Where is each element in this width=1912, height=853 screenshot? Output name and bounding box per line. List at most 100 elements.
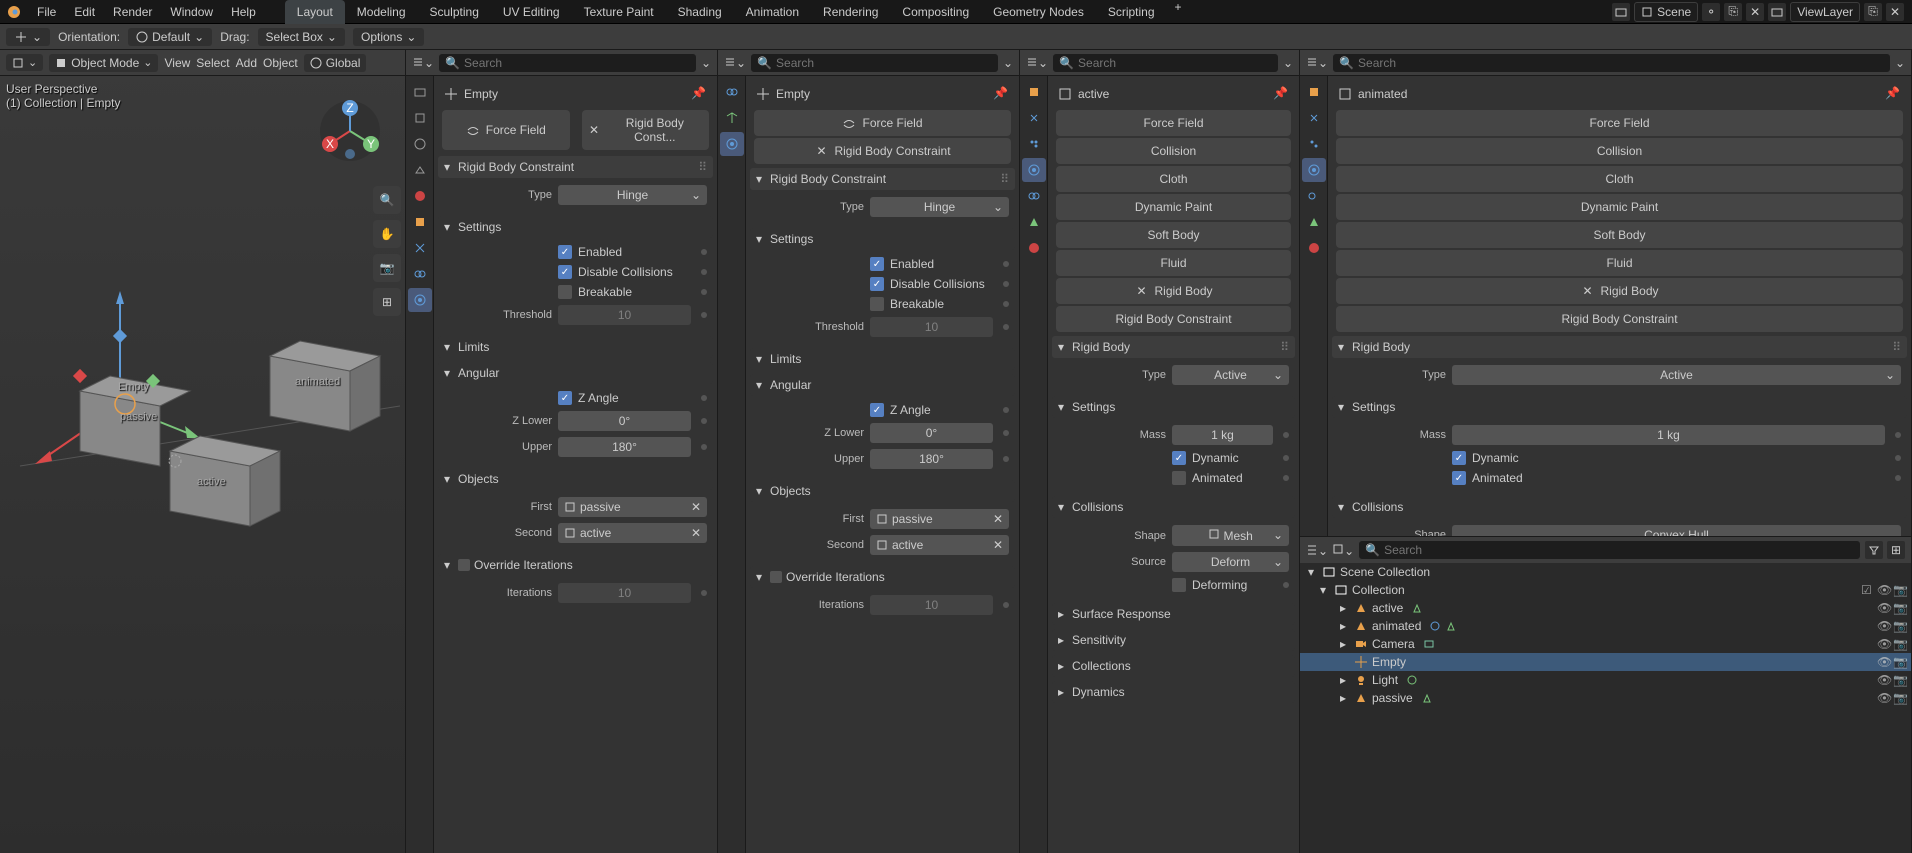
workspace-tab[interactable]: Modeling <box>345 0 418 24</box>
animate-dot[interactable] <box>701 590 707 596</box>
close-icon[interactable]: ✕ <box>588 123 601 137</box>
object-row-camera[interactable]: ▸ Camera 👁📷 <box>1300 635 1911 653</box>
animate-dot[interactable] <box>701 444 707 450</box>
objects-section-header[interactable]: ▾Objects <box>750 480 1015 502</box>
force-field-button[interactable]: Force Field <box>1336 110 1903 136</box>
axis-gizmo[interactable]: X Y Z <box>315 96 385 166</box>
animate-dot[interactable] <box>1283 432 1289 438</box>
animate-dot[interactable] <box>1003 430 1009 436</box>
zoom-icon[interactable]: 🔍 <box>373 186 401 214</box>
clear-icon[interactable]: ✕ <box>993 538 1003 552</box>
animate-dot[interactable] <box>701 249 707 255</box>
rigid-body-constraint-button[interactable]: ✕ Rigid Body Const... <box>582 110 710 150</box>
workspace-tab[interactable]: Compositing <box>890 0 981 24</box>
animated-checkbox[interactable] <box>1452 471 1466 485</box>
delete-scene-icon[interactable]: ✕ <box>1746 3 1764 21</box>
panel-dropdown[interactable]: ⌄ <box>1283 56 1293 70</box>
source-dropdown[interactable]: Deform <box>1172 552 1289 572</box>
objects-section-header[interactable]: ▾Objects <box>438 468 713 490</box>
limits-section-header[interactable]: ▾Limits <box>438 336 713 358</box>
panel-dropdown[interactable]: ⌄ <box>701 56 711 70</box>
rbc-section-header[interactable]: ▾Rigid Body Constraint⠿ <box>750 168 1015 190</box>
editor-type-dropdown[interactable]: ⌄ <box>6 54 43 71</box>
zangle-checkbox[interactable] <box>870 403 884 417</box>
rigid-body-constraint-button[interactable]: ✕Rigid Body Constraint <box>754 138 1011 164</box>
angular-section-header[interactable]: ▾Angular <box>750 374 1015 396</box>
upper-field[interactable]: 180° <box>558 437 691 457</box>
enabled-checkbox[interactable] <box>870 257 884 271</box>
tab-constraints[interactable] <box>1022 184 1046 208</box>
object-name[interactable]: animated <box>1358 87 1407 101</box>
animate-dot[interactable] <box>1003 456 1009 462</box>
shape-dropdown[interactable]: Convex Hull <box>1452 525 1901 536</box>
search-field[interactable] <box>1384 543 1854 557</box>
blender-logo[interactable] <box>4 2 24 22</box>
object-name[interactable]: Empty <box>776 87 810 101</box>
viewport-menu-view[interactable]: View <box>164 56 190 70</box>
tab-material[interactable] <box>1302 236 1326 260</box>
chevron-right-icon[interactable]: ▸ <box>1340 637 1350 651</box>
animate-dot[interactable] <box>1895 455 1901 461</box>
rigid-body-constraint-button[interactable]: Rigid Body Constraint <box>1056 306 1291 332</box>
chevron-right-icon[interactable]: ▸ <box>1340 691 1350 705</box>
drag-handle-icon[interactable]: ⠿ <box>1280 340 1289 354</box>
workspace-tab[interactable]: Layout <box>285 0 345 24</box>
search-field[interactable] <box>1358 56 1884 70</box>
animate-dot[interactable] <box>1283 475 1289 481</box>
animate-dot[interactable] <box>1003 261 1009 267</box>
render-toggle[interactable]: 📷 <box>1893 601 1907 615</box>
dynamic-checkbox[interactable] <box>1172 451 1186 465</box>
drag-handle-icon[interactable]: ⠿ <box>698 160 707 174</box>
options-dropdown[interactable]: Options ⌄ <box>353 28 424 46</box>
animate-dot[interactable] <box>1003 301 1009 307</box>
upper-field[interactable]: 180° <box>870 449 993 469</box>
render-toggle[interactable]: 📷 <box>1893 619 1907 633</box>
new-scene-icon[interactable]: ⎘ <box>1724 3 1742 21</box>
display-mode-dropdown[interactable]: ⌄ <box>1332 543 1354 558</box>
animated-checkbox[interactable] <box>1172 471 1186 485</box>
animate-dot[interactable] <box>701 395 707 401</box>
animate-dot[interactable] <box>1003 324 1009 330</box>
render-toggle[interactable]: 📷 <box>1893 655 1907 669</box>
animate-dot[interactable] <box>1283 582 1289 588</box>
render-toggle[interactable]: 📷 <box>1893 691 1907 705</box>
fluid-button[interactable]: Fluid <box>1056 250 1291 276</box>
tab-render[interactable] <box>408 80 432 104</box>
iterations-field[interactable]: 10 <box>558 583 691 603</box>
tool-icon-dropdown[interactable]: ⌄ <box>6 28 50 46</box>
workspace-tab[interactable]: UV Editing <box>491 0 572 24</box>
override-section-header[interactable]: ▾Override Iterations <box>750 566 1015 588</box>
menu-window[interactable]: Window <box>161 0 222 24</box>
object-name[interactable]: active <box>1078 87 1109 101</box>
menu-help[interactable]: Help <box>222 0 265 24</box>
force-field-button[interactable]: Force Field <box>754 110 1011 136</box>
tab-material[interactable] <box>1022 236 1046 260</box>
override-checkbox[interactable] <box>458 559 470 571</box>
breakable-checkbox[interactable] <box>870 297 884 311</box>
workspace-tab[interactable]: Shading <box>666 0 734 24</box>
enabled-checkbox[interactable] <box>558 245 572 259</box>
tab-physics[interactable] <box>1302 158 1326 182</box>
drag-handle-icon[interactable]: ⠿ <box>1892 340 1901 354</box>
animate-dot[interactable] <box>701 269 707 275</box>
3d-viewport[interactable]: ⌄ Object Mode ⌄ View Select Add Object G… <box>0 50 406 853</box>
tab-particles[interactable] <box>1022 132 1046 156</box>
chevron-right-icon[interactable]: ▸ <box>1340 673 1350 687</box>
filter-icon[interactable] <box>1865 541 1883 559</box>
animate-dot[interactable] <box>701 418 707 424</box>
visibility-toggle[interactable]: 👁 <box>1877 655 1891 669</box>
fluid-button[interactable]: Fluid <box>1336 250 1903 276</box>
tab-scene[interactable] <box>408 158 432 182</box>
animate-dot[interactable] <box>1895 432 1901 438</box>
disable-collisions-checkbox[interactable] <box>870 277 884 291</box>
tab-modifiers[interactable] <box>1302 106 1326 130</box>
editor-type-dropdown[interactable]: ⌄ <box>724 55 746 70</box>
workspace-tab[interactable]: Geometry Nodes <box>981 0 1096 24</box>
object-row-empty[interactable]: Empty 👁📷 <box>1300 653 1911 671</box>
scene-collection-row[interactable]: ▾ Scene Collection <box>1300 563 1911 581</box>
second-object-field[interactable]: active✕ <box>558 523 707 543</box>
panel-dropdown[interactable]: ⌄ <box>1003 56 1013 70</box>
deforming-checkbox[interactable] <box>1172 578 1186 592</box>
workspace-tab[interactable]: Scripting <box>1096 0 1167 24</box>
settings-section-header[interactable]: ▾Settings <box>750 228 1015 250</box>
